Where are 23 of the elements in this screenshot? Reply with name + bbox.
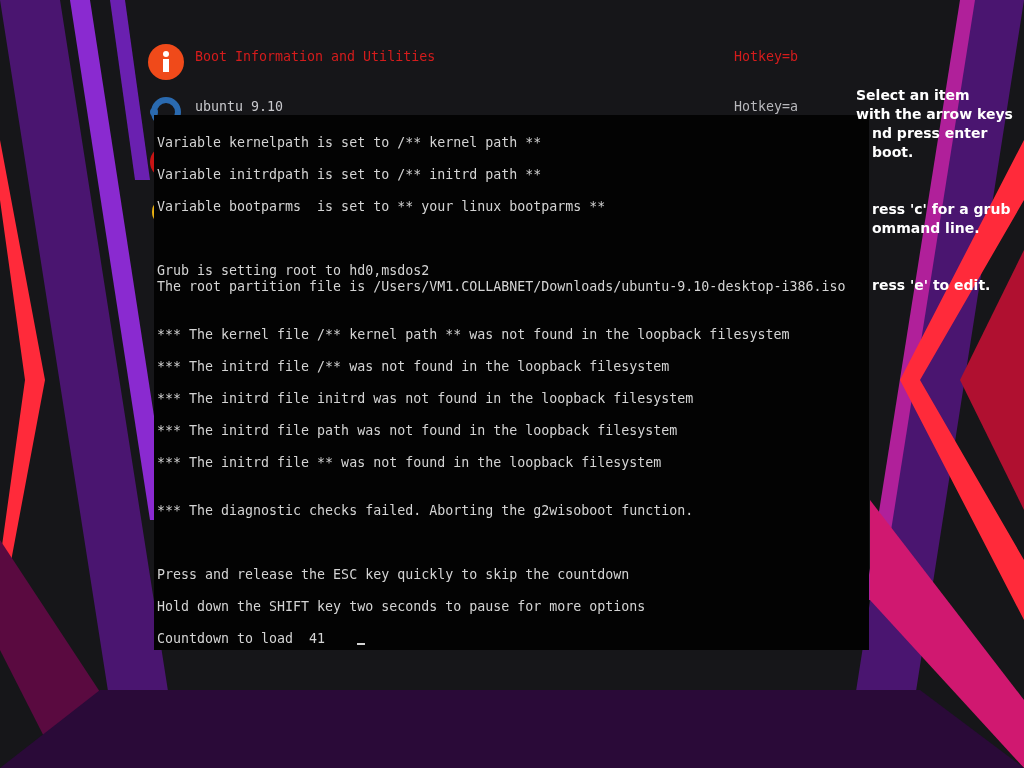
help-text: Select an item [856, 86, 971, 105]
help-text: nd press enter [871, 124, 989, 143]
menu-item[interactable]: ubuntu 9.10 [195, 100, 284, 114]
terminal-line: Grub is setting root to hd0,msdos2 [157, 263, 431, 279]
terminal-line: *** The diagnostic checks failed. Aborting the g2wisoboot function. [157, 503, 695, 519]
hotkey-label: Hotkey=a [733, 100, 798, 114]
terminal-line: The root partition file is /Users/VM1.COLLABNET/Downloads/ubuntu-9.10-desktop-i386.iso [157, 279, 847, 295]
terminal-line: Variable bootparms is set to ** your linux bootparms ** [157, 199, 607, 215]
terminal-line: Press and release the ESC key quickly to skip the countdown [157, 567, 631, 583]
terminal-line: *** The initrd file path was not found in the loopback filesystem [157, 423, 679, 439]
terminal-line: Variable kernelpath is set to /** kernel path ** [157, 135, 543, 151]
help-text: boot. [871, 143, 915, 162]
terminal-line: Countdown to load 41 [157, 631, 326, 647]
hotkey-label: Hotkey=b [733, 50, 798, 64]
terminal-line: *** The initrd file ** was not found in the loopback filesystem [157, 455, 663, 471]
terminal-line: Variable initrdpath is set to /** initrd path ** [157, 167, 543, 183]
terminal-line: Hold down the SHIFT key two seconds to pause for more options [157, 599, 647, 615]
terminal-line: *** The kernel file /** kernel path ** was not found in the loopback filesystem [157, 327, 791, 343]
info-icon [148, 44, 184, 80]
help-text: with the arrow keys [856, 105, 1013, 124]
cursor [357, 643, 366, 645]
terminal-line: *** The initrd file initrd was not found in the loopback filesystem [157, 391, 695, 407]
terminal-line: *** The initrd file /** was not found in the loopback filesystem [157, 359, 671, 375]
